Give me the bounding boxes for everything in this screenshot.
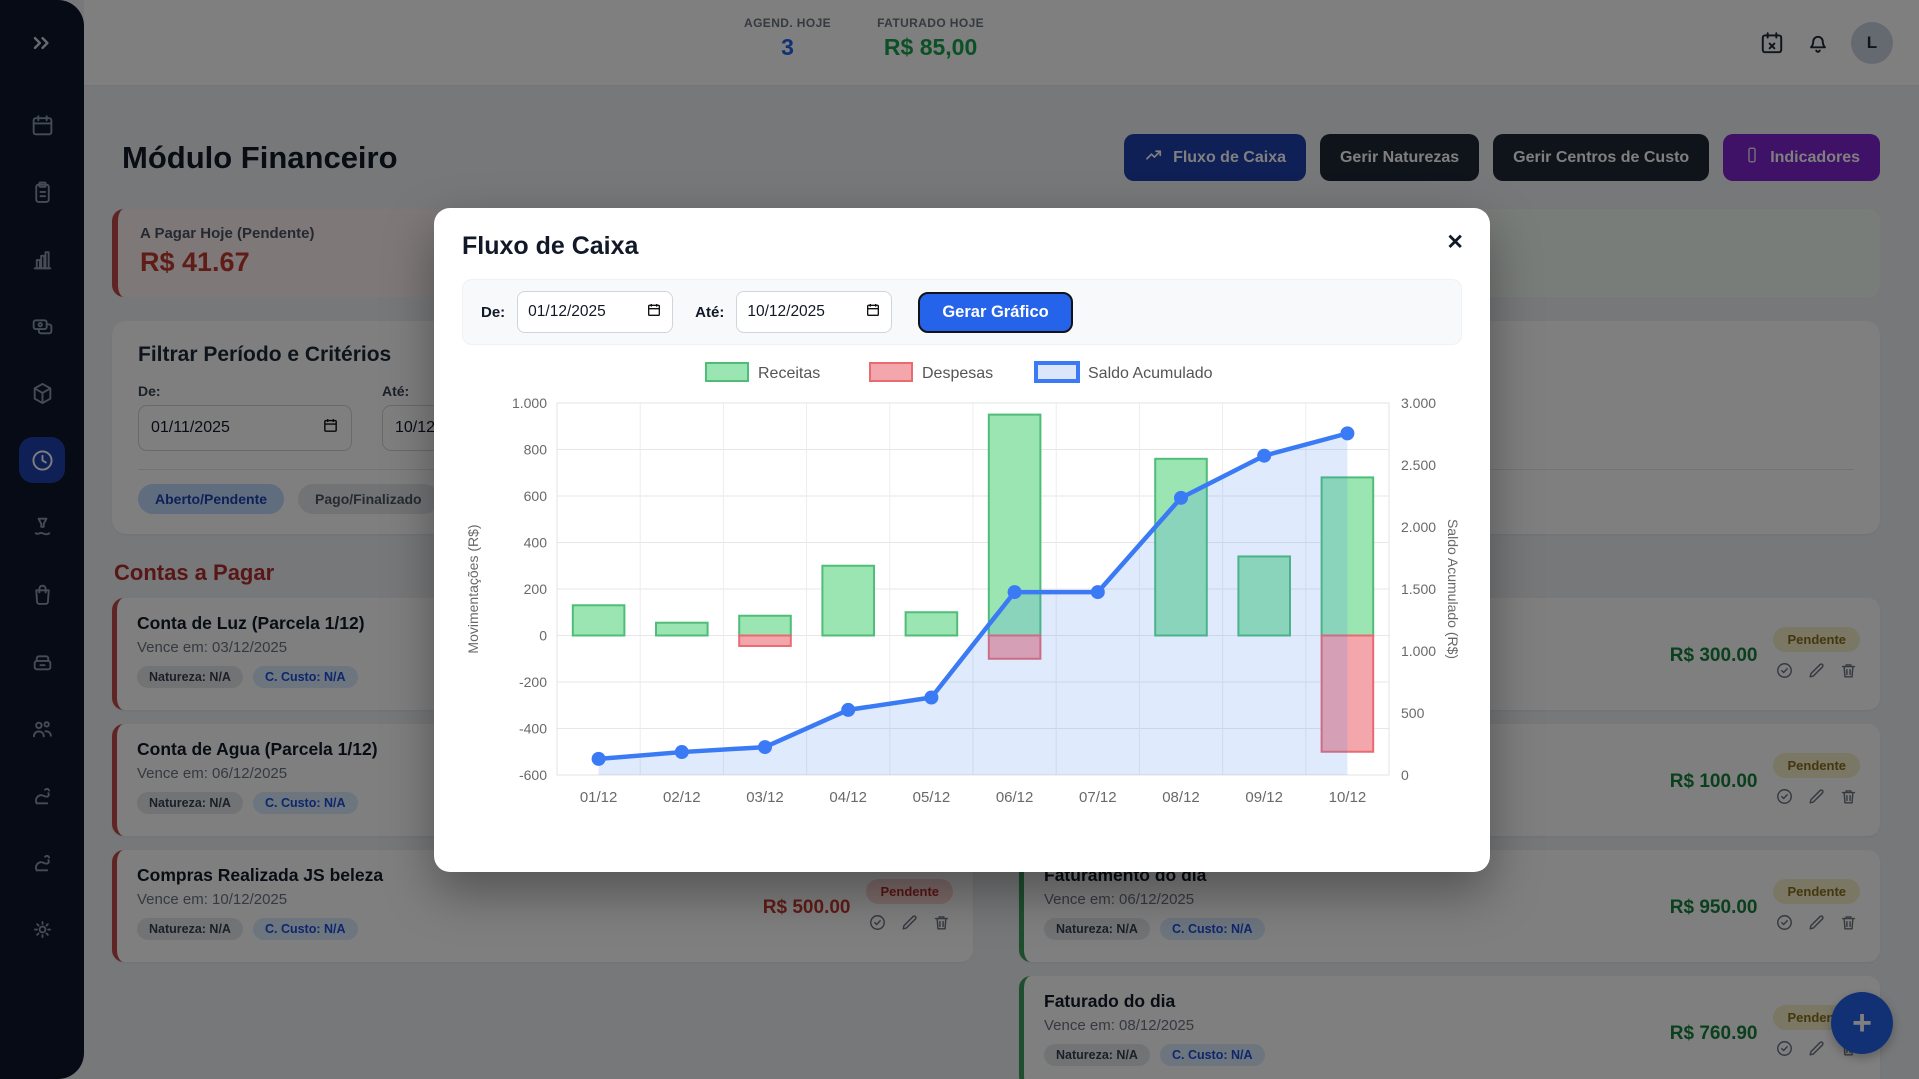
- chart-filter-bar: De: 01/12/2025 Até: 10/12/2025 Gerar Grá…: [462, 279, 1462, 345]
- gerar-grafico-button[interactable]: Gerar Gráfico: [918, 292, 1072, 333]
- date-value: 10/12/2025: [747, 303, 825, 321]
- svg-text:600: 600: [524, 488, 548, 504]
- svg-text:400: 400: [524, 535, 548, 551]
- svg-text:0: 0: [1401, 767, 1409, 783]
- svg-text:02/12: 02/12: [663, 789, 701, 806]
- svg-text:Saldo Acumulado (R$): Saldo Acumulado (R$): [1445, 519, 1460, 659]
- svg-text:-400: -400: [519, 721, 547, 737]
- svg-text:05/12: 05/12: [913, 789, 951, 806]
- svg-text:06/12: 06/12: [996, 789, 1034, 806]
- modal-title: Fluxo de Caixa: [462, 232, 1462, 261]
- svg-text:Saldo Acumulado: Saldo Acumulado: [1088, 365, 1213, 382]
- modal-date-from-input[interactable]: 01/12/2025: [517, 291, 673, 333]
- svg-text:Receitas: Receitas: [758, 365, 820, 382]
- svg-text:500: 500: [1401, 705, 1425, 721]
- svg-text:1.000: 1.000: [512, 395, 547, 411]
- svg-text:Despesas: Despesas: [922, 365, 993, 382]
- svg-text:-200: -200: [519, 674, 547, 690]
- fluxo-de-caixa-modal: Fluxo de Caixa ✕ De: 01/12/2025 Até: 10/…: [434, 208, 1490, 872]
- svg-text:08/12: 08/12: [1162, 789, 1200, 806]
- cashflow-chart: 1.000 800 600 400 200 0 -200 -400 -600 3.000 2.500…: [462, 355, 1462, 830]
- svg-text:1.000: 1.000: [1401, 643, 1436, 659]
- svg-text:03/12: 03/12: [746, 789, 784, 806]
- svg-text:0: 0: [539, 628, 547, 644]
- modal-date-to-label: Até:: [695, 304, 724, 321]
- svg-text:04/12: 04/12: [829, 789, 867, 806]
- svg-text:200: 200: [524, 581, 548, 597]
- close-icon[interactable]: ✕: [1446, 230, 1464, 255]
- svg-text:-600: -600: [519, 767, 547, 783]
- svg-text:1.500: 1.500: [1401, 581, 1436, 597]
- svg-text:01/12: 01/12: [580, 789, 618, 806]
- svg-text:Movimentações (R$): Movimentações (R$): [465, 524, 481, 653]
- modal-date-from-label: De:: [481, 304, 505, 321]
- date-value: 01/12/2025: [528, 303, 606, 321]
- calendar-picker-icon[interactable]: [646, 302, 662, 323]
- svg-text:3.000: 3.000: [1401, 395, 1436, 411]
- svg-text:800: 800: [524, 442, 548, 458]
- svg-text:07/12: 07/12: [1079, 789, 1117, 806]
- calendar-picker-icon[interactable]: [865, 302, 881, 323]
- svg-text:2.000: 2.000: [1401, 519, 1436, 535]
- modal-date-to-input[interactable]: 10/12/2025: [736, 291, 892, 333]
- svg-text:10/12: 10/12: [1329, 789, 1367, 806]
- chart-canvas: 1.000 800 600 400 200 0 -200 -400 -600 3.000 2.500…: [462, 355, 1460, 825]
- svg-text:2.500: 2.500: [1401, 457, 1436, 473]
- svg-text:09/12: 09/12: [1245, 789, 1283, 806]
